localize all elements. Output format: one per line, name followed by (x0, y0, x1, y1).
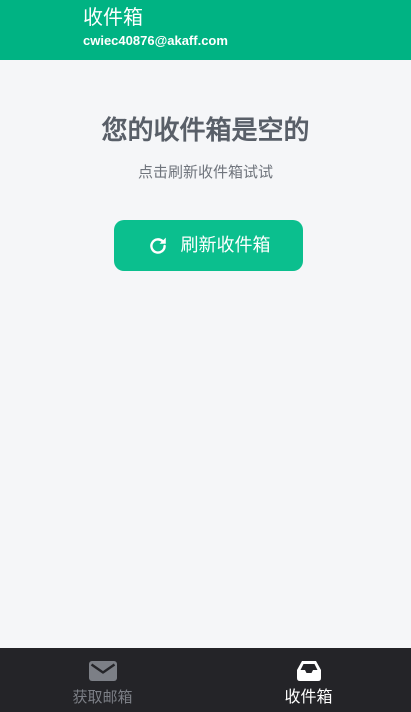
app-root: 收件箱 cwiec40876@akaff.com 您的收件箱是空的 点击刷新收件… (0, 0, 411, 712)
refresh-inbox-button[interactable]: 刷新收件箱 (114, 220, 303, 271)
nav-item-inbox[interactable]: 收件箱 (206, 648, 411, 712)
mail-icon (88, 661, 117, 681)
inbox-icon (296, 661, 321, 681)
empty-state-title: 您的收件箱是空的 (101, 116, 310, 146)
nav-label-get-mailbox: 获取邮箱 (72, 688, 133, 706)
bottom-nav: 获取邮箱 收件箱 (0, 648, 411, 712)
email-address[interactable]: cwiec40876@akaff.com (83, 33, 228, 49)
refresh-inbox-label: 刷新收件箱 (180, 234, 271, 256)
refresh-icon (149, 237, 166, 254)
nav-label-inbox: 收件箱 (284, 687, 333, 706)
nav-item-get-mailbox[interactable]: 获取邮箱 (0, 648, 205, 712)
empty-state-hint: 点击刷新收件箱试试 (137, 163, 273, 181)
app-header: 收件箱 cwiec40876@akaff.com (0, 0, 411, 60)
page-title: 收件箱 (83, 5, 143, 29)
